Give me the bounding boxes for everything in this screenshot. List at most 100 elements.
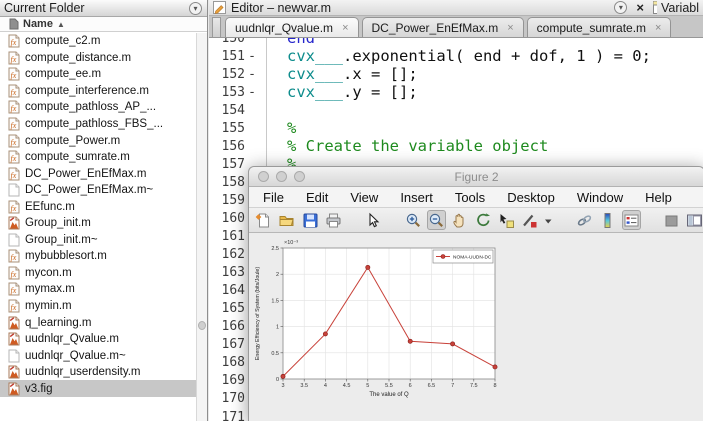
save-figure-icon[interactable] <box>301 210 320 230</box>
line-number-gutter[interactable]: 155 <box>209 119 267 137</box>
line-number-gutter[interactable]: 152- <box>209 65 267 83</box>
figure-canvas[interactable]: 33.544.555.566.577.5800.511.522.5×10⁻³Th… <box>249 233 703 421</box>
current-folder-header: Current Folder ▾ <box>0 0 207 17</box>
m-function-icon: fx <box>8 134 20 148</box>
file-row[interactable]: Group_init.m~ <box>0 232 196 249</box>
line-number-gutter[interactable]: 153- <box>209 83 267 101</box>
menu-edit[interactable]: Edit <box>306 190 328 205</box>
line-number-gutter[interactable]: 151- <box>209 47 267 65</box>
data-cursor-icon[interactable] <box>497 210 516 230</box>
file-row[interactable]: Group_init.m <box>0 215 196 232</box>
svg-text:Energy Efficiency of System (b: Energy Efficiency of System (bits/Joule) <box>255 267 261 360</box>
editor-tab[interactable]: uudnlqr_Qvalue.m× <box>225 17 359 37</box>
brush-icon[interactable] <box>520 210 539 230</box>
editor-tab[interactable]: compute_sumrate.m× <box>527 17 672 37</box>
sort-ascending-icon: ▲ <box>57 20 65 29</box>
line-number: 165 <box>209 301 245 316</box>
svg-text:0: 0 <box>276 377 279 383</box>
brush-dropdown-icon[interactable] <box>543 210 554 230</box>
file-row[interactable]: v3.fig <box>0 380 196 397</box>
file-row[interactable]: fxmymin.m <box>0 298 196 315</box>
pan-icon[interactable] <box>450 210 469 230</box>
hide-plot-tools-icon[interactable] <box>661 210 680 230</box>
rotate-3d-icon[interactable] <box>474 210 493 230</box>
figure-toolbar <box>249 208 703 233</box>
tab-scroll-control[interactable] <box>212 17 221 37</box>
zoom-in-icon[interactable] <box>404 210 423 230</box>
tab-close-icon[interactable]: × <box>655 22 661 34</box>
file-row[interactable]: q_learning.m <box>0 314 196 331</box>
m-function-icon: fx <box>8 150 20 164</box>
file-row[interactable]: fxcompute_c2.m <box>0 33 196 50</box>
figure-titlebar[interactable]: Figure 2 <box>249 167 703 187</box>
line-number: 161 <box>209 229 245 244</box>
editor-close-icon[interactable]: × <box>636 2 644 14</box>
insert-colorbar-icon[interactable] <box>598 210 617 230</box>
open-file-icon[interactable] <box>277 210 296 230</box>
file-row[interactable]: fxmybubblesort.m <box>0 248 196 265</box>
menu-desktop[interactable]: Desktop <box>507 190 555 205</box>
tab-close-icon[interactable]: × <box>507 22 513 34</box>
line-number-gutter[interactable]: 156 <box>209 137 267 155</box>
variables-icon <box>653 1 657 14</box>
matlab-desktop: { "current_folder": { "title": "Current … <box>0 0 703 421</box>
line-number: 151 <box>209 49 245 64</box>
file-row[interactable]: uudnlqr_Qvalue.m <box>0 331 196 348</box>
name-column-header[interactable]: Name ▲ <box>0 17 207 32</box>
menu-tools[interactable]: Tools <box>455 190 485 205</box>
close-window-icon[interactable] <box>258 171 269 182</box>
editor-tab[interactable]: DC_Power_EnEfMax.m× <box>362 17 524 37</box>
file-row[interactable]: fxcompute_Power.m <box>0 132 196 149</box>
tab-close-icon[interactable]: × <box>342 22 348 34</box>
panel-menu-icon[interactable]: ▾ <box>189 2 202 15</box>
line-number-gutter[interactable]: 154 <box>209 101 267 119</box>
file-row[interactable]: fxcompute_pathloss_AP_... <box>0 99 196 116</box>
menu-insert[interactable]: Insert <box>400 190 433 205</box>
file-row[interactable]: uudnlqr_userdensity.m <box>0 364 196 381</box>
file-row[interactable]: fxmycon.m <box>0 265 196 282</box>
line-number: 168 <box>209 355 245 370</box>
file-row[interactable]: DC_Power_EnEfMax.m~ <box>0 182 196 199</box>
code-token: cvx___ <box>287 47 343 65</box>
print-figure-icon[interactable] <box>324 210 343 230</box>
code-line: 150end <box>209 38 703 47</box>
file-row[interactable]: uudnlqr_Qvalue.m~ <box>0 347 196 364</box>
zoom-out-icon[interactable] <box>427 210 446 230</box>
insert-legend-icon[interactable] <box>622 210 641 230</box>
file-row[interactable]: fxcompute_distance.m <box>0 50 196 67</box>
file-row[interactable]: fxcompute_ee.m <box>0 66 196 83</box>
figure-plot[interactable]: 33.544.555.566.577.5800.511.522.5×10⁻³Th… <box>249 233 703 421</box>
file-name: compute_ee.m <box>25 68 101 80</box>
svg-text:7.5: 7.5 <box>470 383 478 389</box>
new-figure-icon[interactable] <box>254 210 273 230</box>
menu-file[interactable]: File <box>263 190 284 205</box>
zoom-window-icon[interactable] <box>294 171 305 182</box>
svg-text:fx: fx <box>11 286 17 295</box>
current-folder-title: Current Folder <box>4 1 85 15</box>
file-row[interactable]: fxcompute_pathloss_FBS_... <box>0 116 196 133</box>
m-function-icon: fx <box>8 282 20 296</box>
file-row[interactable]: fxEEfunc.m <box>0 198 196 215</box>
plain-file-icon <box>8 349 20 363</box>
file-row[interactable]: fxcompute_sumrate.m <box>0 149 196 166</box>
menu-help[interactable]: Help <box>645 190 672 205</box>
edit-plot-icon[interactable] <box>364 210 383 230</box>
link-plot-icon[interactable] <box>575 210 594 230</box>
show-plot-tools-dock-icon[interactable] <box>685 210 703 230</box>
file-row[interactable]: fxmymax.m <box>0 281 196 298</box>
editor-menu-icon[interactable]: ▾ <box>614 1 627 14</box>
svg-text:8: 8 <box>493 383 496 389</box>
menu-view[interactable]: View <box>350 190 378 205</box>
scrollbar-thumb[interactable] <box>198 321 206 330</box>
file-list-scrollbar[interactable] <box>196 33 207 421</box>
line-number-gutter[interactable]: 150 <box>209 38 267 47</box>
line-number: 164 <box>209 283 245 298</box>
code-line: 154 <box>209 101 703 119</box>
menu-window[interactable]: Window <box>577 190 623 205</box>
minimize-window-icon[interactable] <box>276 171 287 182</box>
svg-text:2: 2 <box>276 272 279 278</box>
file-row[interactable]: fxcompute_interference.m <box>0 83 196 100</box>
file-row[interactable]: fxDC_Power_EnEfMax.m <box>0 165 196 182</box>
file-name: uudnlqr_Qvalue.m~ <box>25 350 126 362</box>
variables-panel-stub[interactable]: Variabl <box>653 1 699 15</box>
